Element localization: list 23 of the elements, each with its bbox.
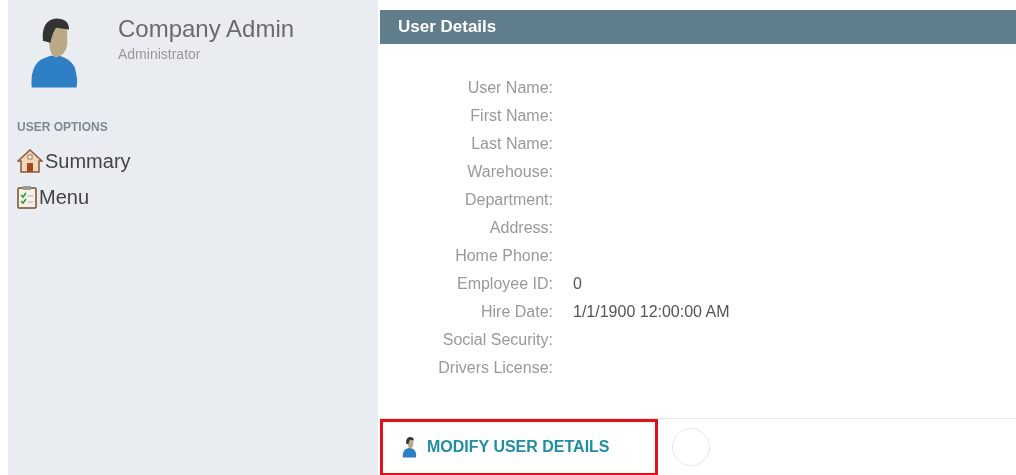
house-icon <box>17 149 43 173</box>
field-label: Address: <box>488 218 553 238</box>
field-label: Social Security: <box>441 330 553 350</box>
field-value: 1/1/1900 12:00:00 AM <box>573 302 730 322</box>
modify-user-details-button[interactable]: MODIFY USER DETAILS <box>380 418 658 475</box>
clipboard-icon <box>17 185 37 209</box>
profile-name: Company Admin <box>118 14 295 44</box>
field-label: Last Name: <box>470 134 553 154</box>
field-value: 0 <box>573 274 582 294</box>
field-label: Department: <box>463 190 553 210</box>
user-icon <box>401 436 419 458</box>
field-label: User Name: <box>466 78 553 98</box>
field-label: Home Phone: <box>454 246 553 266</box>
field-label: Hire Date: <box>479 302 553 322</box>
field-label: Drivers License: <box>437 358 553 378</box>
section-heading: USER OPTIONS <box>17 119 109 136</box>
field-label: Warehouse: <box>466 162 553 182</box>
sidebar-link[interactable]: Menu <box>17 182 90 212</box>
field-label: First Name: <box>469 106 553 126</box>
profile-role: Administrator <box>118 45 202 64</box>
panel-title: User Details <box>398 16 497 39</box>
field-label: Employee ID: <box>455 274 553 294</box>
sidebar-link[interactable]: Summary <box>17 146 131 176</box>
